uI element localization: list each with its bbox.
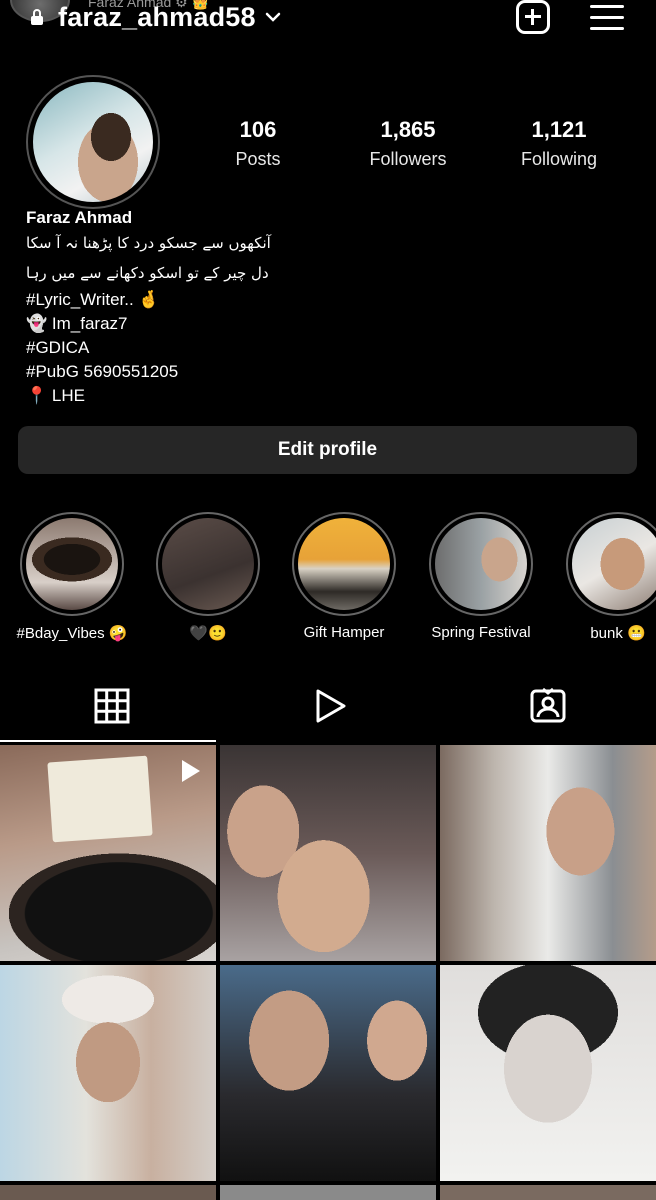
following-label: Following: [520, 149, 598, 169]
post-thumbnail[interactable]: [0, 1185, 216, 1200]
bio-section: Faraz Ahmad آنکھوں سے جسکو درد کا پڑھنا …: [26, 208, 626, 408]
post-thumbnail[interactable]: [220, 1185, 436, 1200]
grid-tab-icon[interactable]: [92, 686, 132, 726]
top-bar: Faraz Ahmad ⚙ 👑 faraz_ahmad58: [0, 0, 656, 40]
post-thumbnail[interactable]: [220, 965, 436, 1181]
profile-avatar[interactable]: [26, 75, 160, 209]
active-tab-indicator: [0, 740, 216, 742]
menu-icon[interactable]: [590, 3, 624, 33]
edit-profile-button[interactable]: Edit profile: [18, 426, 637, 474]
highlight-bday-vibes[interactable]: #Bday_Vibes 🤪: [17, 512, 127, 642]
post-thumbnail[interactable]: [220, 745, 436, 961]
posts-count[interactable]: 106 Posts: [188, 117, 328, 170]
followers-value: 1,865: [380, 117, 436, 142]
bio-urdu-line-2: دل چیر کے تو اسکو دکھانے سے میں رہا: [26, 264, 269, 282]
highlight-caption: #Bday_Vibes 🤪: [16, 625, 128, 642]
following-value: 1,121: [531, 117, 587, 142]
highlight-caption: Gift Hamper: [303, 624, 385, 641]
highlight-heart[interactable]: 🖤🙂: [156, 512, 260, 642]
bio-hashtag-lyric[interactable]: #Lyric_Writer.. 🤞: [26, 288, 626, 312]
create-post-icon[interactable]: [516, 0, 550, 34]
posts-label: Posts: [235, 149, 281, 169]
post-thumbnail[interactable]: [440, 965, 656, 1181]
display-name: Faraz Ahmad: [26, 208, 133, 227]
bio-urdu-line-1: آنکھوں سے جسکو درد کا پڑھنا نہ آ سکا: [26, 234, 271, 252]
highlight-caption: bunk 😬: [590, 625, 646, 642]
highlight-gift-hamper[interactable]: Gift Hamper: [292, 512, 396, 641]
highlight-spring-festival[interactable]: Spring Festival: [429, 512, 533, 641]
highlight-caption: 🖤🙂: [189, 625, 227, 642]
bio-hashtag-gdica[interactable]: #GDICA: [26, 336, 626, 360]
tagged-tab-icon[interactable]: [528, 686, 568, 726]
followers-label: Followers: [369, 149, 447, 169]
reels-tab-icon[interactable]: [310, 686, 350, 726]
posts-value: 106: [239, 117, 277, 142]
followers-count[interactable]: 1,865 Followers: [338, 117, 478, 170]
post-thumbnail[interactable]: [440, 1185, 656, 1200]
following-count[interactable]: 1,121 Following: [489, 117, 629, 170]
username-switcher[interactable]: faraz_ahmad58: [58, 2, 256, 33]
highlight-caption: Spring Festival: [431, 624, 531, 641]
chevron-down-icon[interactable]: [264, 6, 282, 28]
highlight-bunk[interactable]: bunk 😬: [566, 512, 656, 642]
post-thumbnail[interactable]: [440, 745, 656, 961]
bio-hashtag-pubg[interactable]: #PubG 5690551205: [26, 360, 626, 384]
reel-indicator-icon: [182, 760, 200, 782]
bio-snapchat: 👻 Im_faraz7: [26, 314, 128, 333]
post-thumbnail[interactable]: [0, 745, 216, 961]
bio-location: 📍 LHE: [26, 386, 85, 405]
lock-icon: [31, 9, 43, 25]
post-thumbnail[interactable]: [0, 965, 216, 1181]
